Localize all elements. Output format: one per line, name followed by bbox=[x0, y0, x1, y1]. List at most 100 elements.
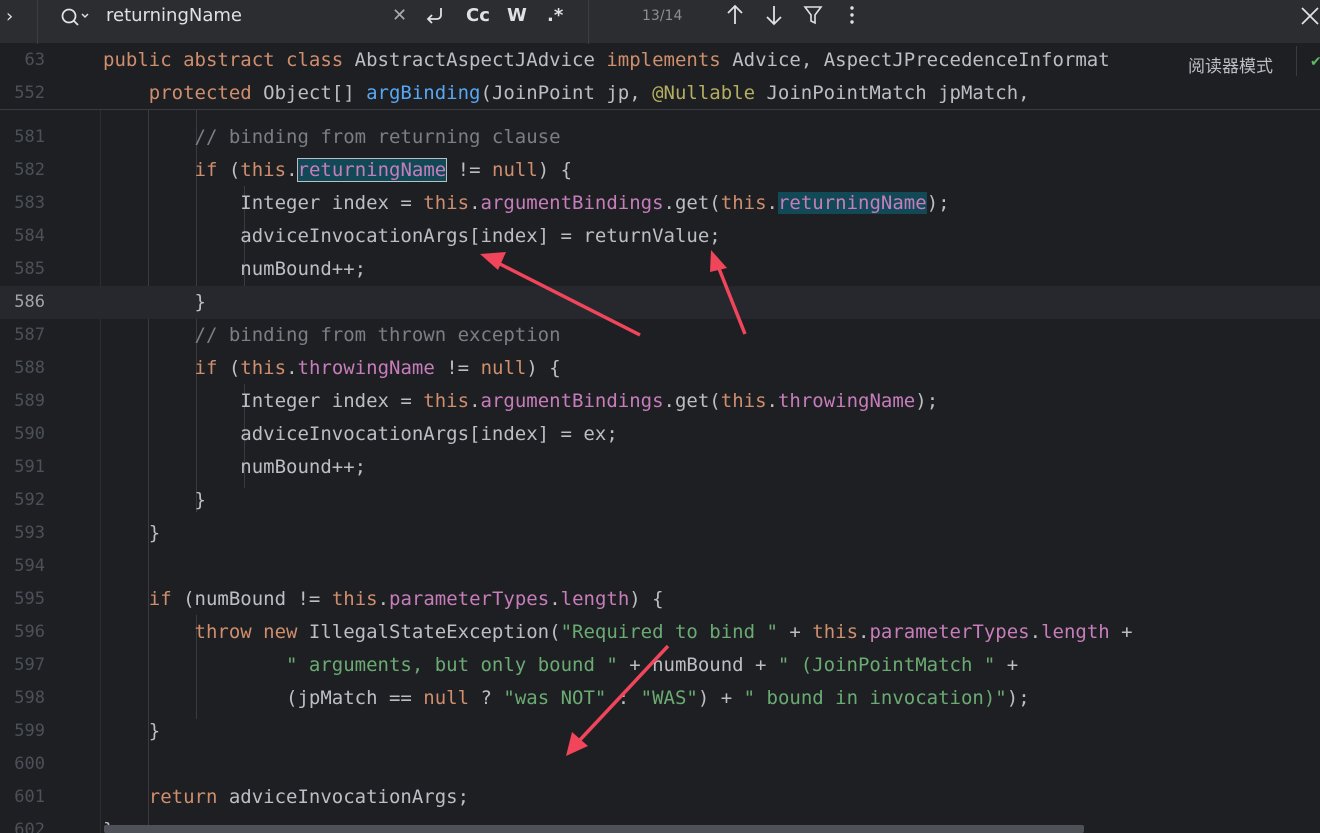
code-text[interactable]: Integer index = this.argumentBindings.ge… bbox=[103, 385, 938, 418]
line-number[interactable]: 601 bbox=[0, 781, 45, 814]
code-line[interactable]: 587 // binding from thrown exception bbox=[0, 319, 1320, 352]
line-number[interactable]: 590 bbox=[0, 418, 45, 451]
line-number[interactable]: 599 bbox=[0, 715, 45, 748]
line-number[interactable]: 583 bbox=[0, 187, 45, 220]
code-text[interactable]: public abstract class AbstractAspectJAdv… bbox=[103, 44, 1110, 77]
line-number[interactable]: 602 bbox=[0, 814, 45, 833]
line-number[interactable]: 589 bbox=[0, 385, 45, 418]
code-text[interactable]: numBound++; bbox=[103, 451, 366, 484]
chevron-right-icon[interactable]: › bbox=[6, 6, 13, 27]
line-number[interactable]: 63 bbox=[0, 44, 45, 77]
code-line[interactable]: 586 } bbox=[0, 286, 1320, 319]
code-text[interactable]: throw new IllegalStateException("Require… bbox=[103, 616, 1133, 649]
line-number[interactable]: 585 bbox=[0, 253, 45, 286]
code-token: if bbox=[148, 588, 184, 610]
close-icon[interactable] bbox=[1298, 4, 1320, 28]
code-line[interactable]: 597 " arguments, but only bound " + numB… bbox=[0, 649, 1320, 682]
line-number[interactable]: 586 bbox=[0, 286, 45, 319]
code-text[interactable]: } bbox=[103, 715, 160, 748]
code-line[interactable]: 581 // binding from returning clause bbox=[0, 121, 1320, 154]
reader-mode-button[interactable]: 阅读器模式 bbox=[1188, 52, 1273, 77]
code-line[interactable]: 594 bbox=[0, 550, 1320, 583]
check-icon[interactable]: ✔ bbox=[1310, 54, 1320, 70]
horizontal-scrollbar[interactable] bbox=[104, 825, 1084, 833]
line-number[interactable]: 587 bbox=[0, 319, 45, 352]
code-token: if bbox=[194, 357, 229, 379]
newline-icon[interactable] bbox=[423, 3, 447, 27]
line-number[interactable]: 581 bbox=[0, 121, 45, 154]
code-token: . bbox=[766, 192, 778, 214]
arrow-up-icon[interactable] bbox=[723, 2, 747, 28]
code-text[interactable]: if (numBound != this.parameterTypes.leng… bbox=[103, 583, 664, 616]
code-line[interactable]: 598 (jpMatch == null ? "was NOT" : "WAS"… bbox=[0, 682, 1320, 715]
line-number[interactable]: 595 bbox=[0, 583, 45, 616]
code-text[interactable]: adviceInvocationArgs[index] = ex; bbox=[103, 418, 618, 451]
code-token: JoinPointMatch jpMatch, bbox=[766, 82, 1030, 104]
code-line[interactable]: 601 return adviceInvocationArgs; bbox=[0, 781, 1320, 814]
code-text[interactable]: // binding from returning clause bbox=[103, 121, 561, 154]
code-line[interactable]: 596 throw new IllegalStateException("Req… bbox=[0, 616, 1320, 649]
code-line[interactable]: 552 protected Object[] argBinding(JoinPo… bbox=[0, 77, 1320, 110]
code-line[interactable]: 63 public abstract class AbstractAspectJA… bbox=[0, 44, 1320, 77]
code-token: . bbox=[286, 159, 298, 181]
code-token: ) { bbox=[526, 357, 561, 379]
code-line[interactable]: 591 numBound++; bbox=[0, 451, 1320, 484]
line-number[interactable]: 588 bbox=[0, 352, 45, 385]
code-token: . bbox=[858, 621, 870, 643]
code-line[interactable]: 589 Integer index = this.argumentBinding… bbox=[0, 385, 1320, 418]
line-number[interactable]: 592 bbox=[0, 484, 45, 517]
code-text[interactable]: // binding from thrown exception bbox=[103, 319, 561, 352]
code-text[interactable]: adviceInvocationArgs[index] = returnValu… bbox=[103, 220, 720, 253]
line-number[interactable]: 552 bbox=[0, 77, 45, 110]
line-number[interactable]: 597 bbox=[0, 649, 45, 682]
line-number[interactable]: 600 bbox=[0, 748, 45, 781]
line-number[interactable]: 584 bbox=[0, 220, 45, 253]
code-text[interactable]: } bbox=[103, 286, 206, 319]
clear-icon[interactable]: ✕ bbox=[392, 5, 407, 26]
line-number[interactable]: 591 bbox=[0, 451, 45, 484]
line-number[interactable]: 596 bbox=[0, 616, 45, 649]
code-text[interactable]: numBound++; bbox=[103, 253, 366, 286]
code-line[interactable]: 592 } bbox=[0, 484, 1320, 517]
filter-icon[interactable] bbox=[801, 2, 825, 28]
code-text[interactable]: " arguments, but only bound " + numBound… bbox=[103, 649, 1018, 682]
code-text[interactable]: if (this.returningName != null) { bbox=[103, 154, 572, 187]
match-case-button[interactable]: Cc bbox=[466, 5, 490, 26]
code-text[interactable]: } bbox=[103, 517, 160, 550]
code-token: ( bbox=[228, 357, 241, 379]
code-line[interactable]: 584 adviceInvocationArgs[index] = return… bbox=[0, 220, 1320, 253]
arrow-down-icon[interactable] bbox=[762, 2, 786, 28]
code-line[interactable]: 599 } bbox=[0, 715, 1320, 748]
code-line[interactable]: 582 if (this.returningName != null) { bbox=[0, 154, 1320, 187]
code-line[interactable]: 595 if (numBound != this.parameterTypes.… bbox=[0, 583, 1320, 616]
search-input[interactable]: returningName bbox=[106, 5, 242, 26]
line-number[interactable]: 598 bbox=[0, 682, 45, 715]
divider bbox=[588, 0, 589, 44]
line-number[interactable]: 593 bbox=[0, 517, 45, 550]
code-line[interactable]: 593 } bbox=[0, 517, 1320, 550]
code-line[interactable]: 590 adviceInvocationArgs[index] = ex; bbox=[0, 418, 1320, 451]
code-text[interactable]: if (this.throwingName != null) { bbox=[103, 352, 561, 385]
code-line[interactable]: 583 Integer index = this.argumentBinding… bbox=[0, 187, 1320, 220]
code-line[interactable]: 585 numBound++; bbox=[0, 253, 1320, 286]
line-number[interactable]: 594 bbox=[0, 550, 45, 583]
code-editor[interactable]: 581 // binding from returning clause 582 … bbox=[0, 110, 1320, 833]
words-button[interactable]: W bbox=[507, 5, 527, 26]
search-history-icon[interactable] bbox=[58, 4, 94, 30]
code-token: this bbox=[812, 621, 859, 643]
code-line[interactable]: 600 bbox=[0, 748, 1320, 781]
code-token: this bbox=[240, 159, 287, 181]
code-line[interactable]: 588 if (this.throwingName != null) { bbox=[0, 352, 1320, 385]
code-token: throwingName bbox=[777, 390, 916, 412]
more-icon[interactable] bbox=[840, 2, 864, 28]
regex-button[interactable]: .* bbox=[547, 5, 563, 26]
line-number[interactable]: 582 bbox=[0, 154, 45, 187]
code-text[interactable]: return adviceInvocationArgs; bbox=[103, 781, 469, 814]
code-text[interactable]: protected Object[] argBinding(JoinPoint … bbox=[103, 77, 1030, 110]
code-token: . bbox=[1029, 621, 1042, 643]
code-text[interactable]: (jpMatch == null ? "was NOT" : "WAS") + … bbox=[103, 682, 1030, 715]
code-text[interactable]: } bbox=[103, 484, 206, 517]
code-text[interactable]: Integer index = this.argumentBindings.ge… bbox=[103, 187, 950, 220]
